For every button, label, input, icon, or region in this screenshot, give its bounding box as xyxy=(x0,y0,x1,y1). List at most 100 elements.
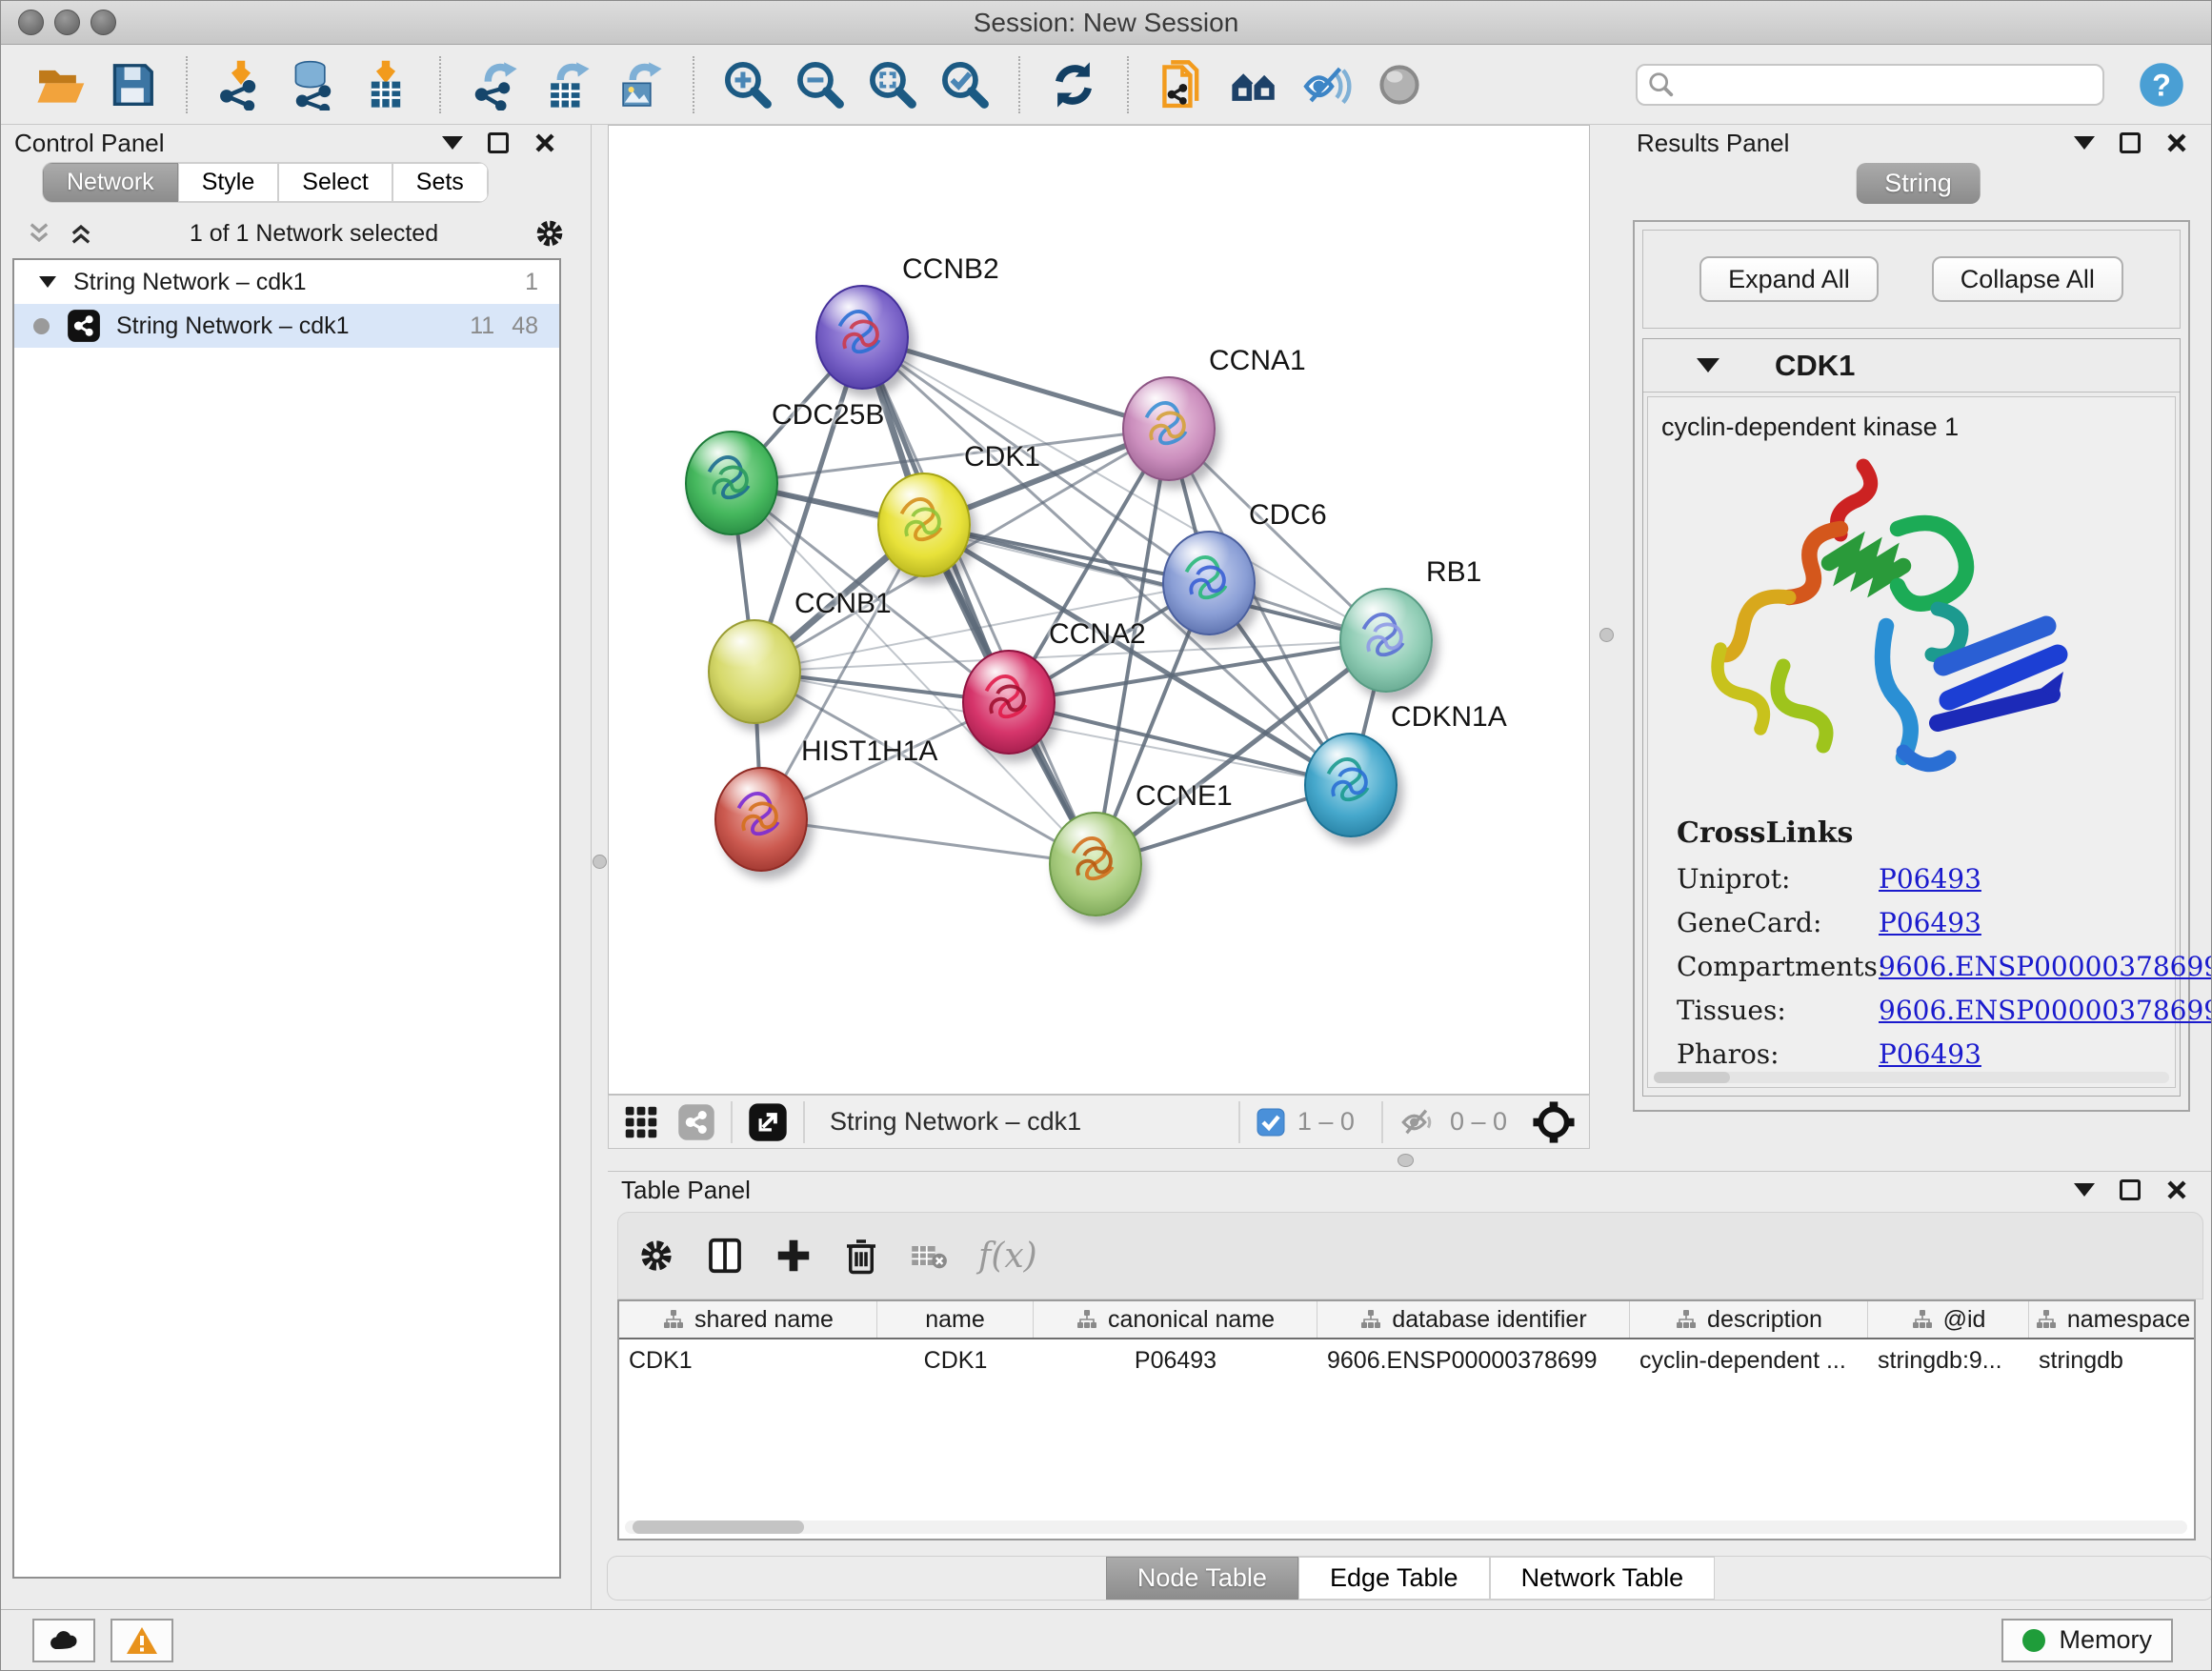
network-node-CDC25B[interactable] xyxy=(685,431,778,535)
tab-network[interactable]: Network xyxy=(43,163,178,202)
tab-edge-table[interactable]: Edge Table xyxy=(1298,1557,1490,1600)
expand-all-icon[interactable] xyxy=(26,220,52,247)
search-input[interactable] xyxy=(1636,64,2104,106)
delete-column-icon[interactable] xyxy=(843,1237,879,1275)
bottom-splitter-grip[interactable] xyxy=(1398,1154,1414,1167)
float-panel-icon[interactable] xyxy=(488,132,509,153)
network-node-CCNE1[interactable] xyxy=(1049,812,1142,916)
column-header-namespace[interactable]: namespace xyxy=(2029,1301,2196,1338)
toolbar-separator xyxy=(693,56,694,113)
selected-checkbox-icon[interactable] xyxy=(1256,1107,1286,1137)
home-pages-icon[interactable] xyxy=(1229,59,1280,111)
network-node-CCNA2[interactable] xyxy=(962,650,1056,755)
zoom-in-icon[interactable] xyxy=(722,59,774,111)
right-splitter-grip[interactable] xyxy=(1599,628,1614,642)
view-grid-icon[interactable] xyxy=(622,1103,660,1141)
table-hscrollbar[interactable] xyxy=(625,1520,2187,1534)
export-table-icon[interactable] xyxy=(541,59,593,111)
import-network-from-database-icon[interactable] xyxy=(288,59,339,111)
crosslink-value-link[interactable]: P06493 xyxy=(1879,1038,1981,1070)
network-collection-row[interactable]: String Network – cdk1 1 xyxy=(14,260,559,304)
function-builder-button[interactable]: f(x) xyxy=(978,1237,1037,1276)
cloud-status-button[interactable] xyxy=(32,1619,95,1662)
column-header-@id[interactable]: @id xyxy=(1868,1301,2029,1338)
enable-disable-eye-icon[interactable] xyxy=(1301,59,1353,111)
collection-expand-icon[interactable] xyxy=(39,276,56,288)
network-node-CDK1[interactable] xyxy=(877,473,971,577)
tab-string[interactable]: String xyxy=(1856,163,1981,204)
zoom-selected-icon[interactable] xyxy=(939,59,991,111)
string-import-icon[interactable] xyxy=(1156,59,1208,111)
close-panel-icon[interactable] xyxy=(2165,131,2188,154)
section-collapse-icon[interactable] xyxy=(1697,358,1719,372)
crosslink-value-link[interactable]: 9606.ENSP00000378699 xyxy=(1879,951,2212,982)
gene-name: CDK1 xyxy=(1775,349,1855,383)
expand-all-button[interactable]: Expand All xyxy=(1699,256,1879,302)
refresh-icon[interactable] xyxy=(1048,59,1099,111)
help-icon[interactable]: ? xyxy=(2137,60,2186,110)
network-edge[interactable] xyxy=(761,819,1096,864)
collapse-all-button[interactable]: Collapse All xyxy=(1932,256,2123,302)
tab-sets[interactable]: Sets xyxy=(392,163,488,202)
open-file-icon[interactable] xyxy=(34,59,86,111)
collapse-all-icon[interactable] xyxy=(68,220,94,247)
memory-button[interactable]: Memory xyxy=(2001,1619,2173,1662)
column-header-description[interactable]: description xyxy=(1630,1301,1868,1338)
float-panel-icon[interactable] xyxy=(2120,132,2141,153)
collapse-panel-icon[interactable] xyxy=(442,136,463,150)
network-node-CDKN1A[interactable] xyxy=(1304,733,1398,837)
network-node-CCNB2[interactable] xyxy=(815,285,909,390)
network-edge[interactable] xyxy=(862,337,1096,864)
tab-node-table[interactable]: Node Table xyxy=(1106,1557,1298,1600)
network-view-toolbar: String Network – cdk1 1 – 0 0 – 0 xyxy=(608,1095,1590,1149)
column-header-database-identifier[interactable]: database identifier xyxy=(1317,1301,1630,1338)
import-network-icon[interactable] xyxy=(215,59,267,111)
hidden-eye-icon[interactable] xyxy=(1398,1105,1438,1139)
network-node-CCNA1[interactable] xyxy=(1122,376,1216,481)
table-cell: cyclin-dependent ... xyxy=(1630,1339,1868,1381)
zoom-out-icon[interactable] xyxy=(794,59,846,111)
node-result-header[interactable]: CDK1 xyxy=(1643,339,2180,393)
tab-style[interactable]: Style xyxy=(178,163,279,202)
column-header-shared-name[interactable]: shared name xyxy=(619,1301,877,1338)
network-node-CDC6[interactable] xyxy=(1162,531,1256,635)
network-node-HIST1H1A[interactable] xyxy=(714,767,808,872)
results-hscrollbar[interactable] xyxy=(1654,1072,2169,1083)
birdseye-crosshair-icon[interactable] xyxy=(1532,1100,1576,1144)
network-node-CCNB1[interactable] xyxy=(708,619,801,724)
node-label-RB1: RB1 xyxy=(1426,556,1481,589)
tab-network-table[interactable]: Network Table xyxy=(1490,1557,1716,1600)
toolbar-separator xyxy=(1238,1101,1240,1143)
import-table-icon[interactable] xyxy=(360,59,412,111)
table-row[interactable]: CDK1CDK1P064939606.ENSP00000378699cyclin… xyxy=(619,1339,2194,1381)
collapse-panel-icon[interactable] xyxy=(2074,136,2095,150)
crosslink-value-link[interactable]: P06493 xyxy=(1879,863,1981,895)
left-splitter-grip[interactable] xyxy=(593,855,607,869)
show-columns-icon[interactable] xyxy=(706,1237,744,1275)
crosslink-row: Pharos:P06493 xyxy=(1677,1038,2212,1070)
network-node-RB1[interactable] xyxy=(1339,588,1433,693)
network-canvas[interactable]: CCNB2CCNA1CDC25BCDK1CDC6RB1CCNB1CCNA2CDK… xyxy=(608,125,1590,1095)
string-share-icon[interactable] xyxy=(677,1103,715,1141)
zoom-fit-icon[interactable] xyxy=(867,59,918,111)
create-column-icon[interactable] xyxy=(774,1237,813,1275)
export-network-icon[interactable] xyxy=(469,59,520,111)
close-panel-icon[interactable] xyxy=(2165,1178,2188,1201)
options-gear-icon[interactable] xyxy=(533,217,566,250)
crosslink-value-link[interactable]: P06493 xyxy=(1879,907,1981,938)
column-header-canonical-name[interactable]: canonical name xyxy=(1034,1301,1317,1338)
tab-select[interactable]: Select xyxy=(278,163,392,202)
table-options-gear-icon[interactable] xyxy=(637,1237,675,1275)
float-panel-icon[interactable] xyxy=(2120,1179,2141,1200)
open-view-in-window-icon[interactable] xyxy=(748,1102,788,1142)
close-panel-icon[interactable] xyxy=(533,131,556,154)
save-session-icon[interactable] xyxy=(107,59,158,111)
export-image-icon[interactable] xyxy=(613,59,665,111)
protein-thumbnail-scribble xyxy=(1051,814,1140,915)
column-header-name[interactable]: name xyxy=(877,1301,1034,1338)
warnings-button[interactable] xyxy=(111,1619,173,1662)
collapse-panel-icon[interactable] xyxy=(2074,1183,2095,1197)
crosslink-value-link[interactable]: 9606.ENSP00000378699 xyxy=(1879,995,2212,1026)
network-row-selected[interactable]: String Network – cdk1 11 48 xyxy=(14,304,559,348)
column-header-label: description xyxy=(1707,1306,1822,1334)
